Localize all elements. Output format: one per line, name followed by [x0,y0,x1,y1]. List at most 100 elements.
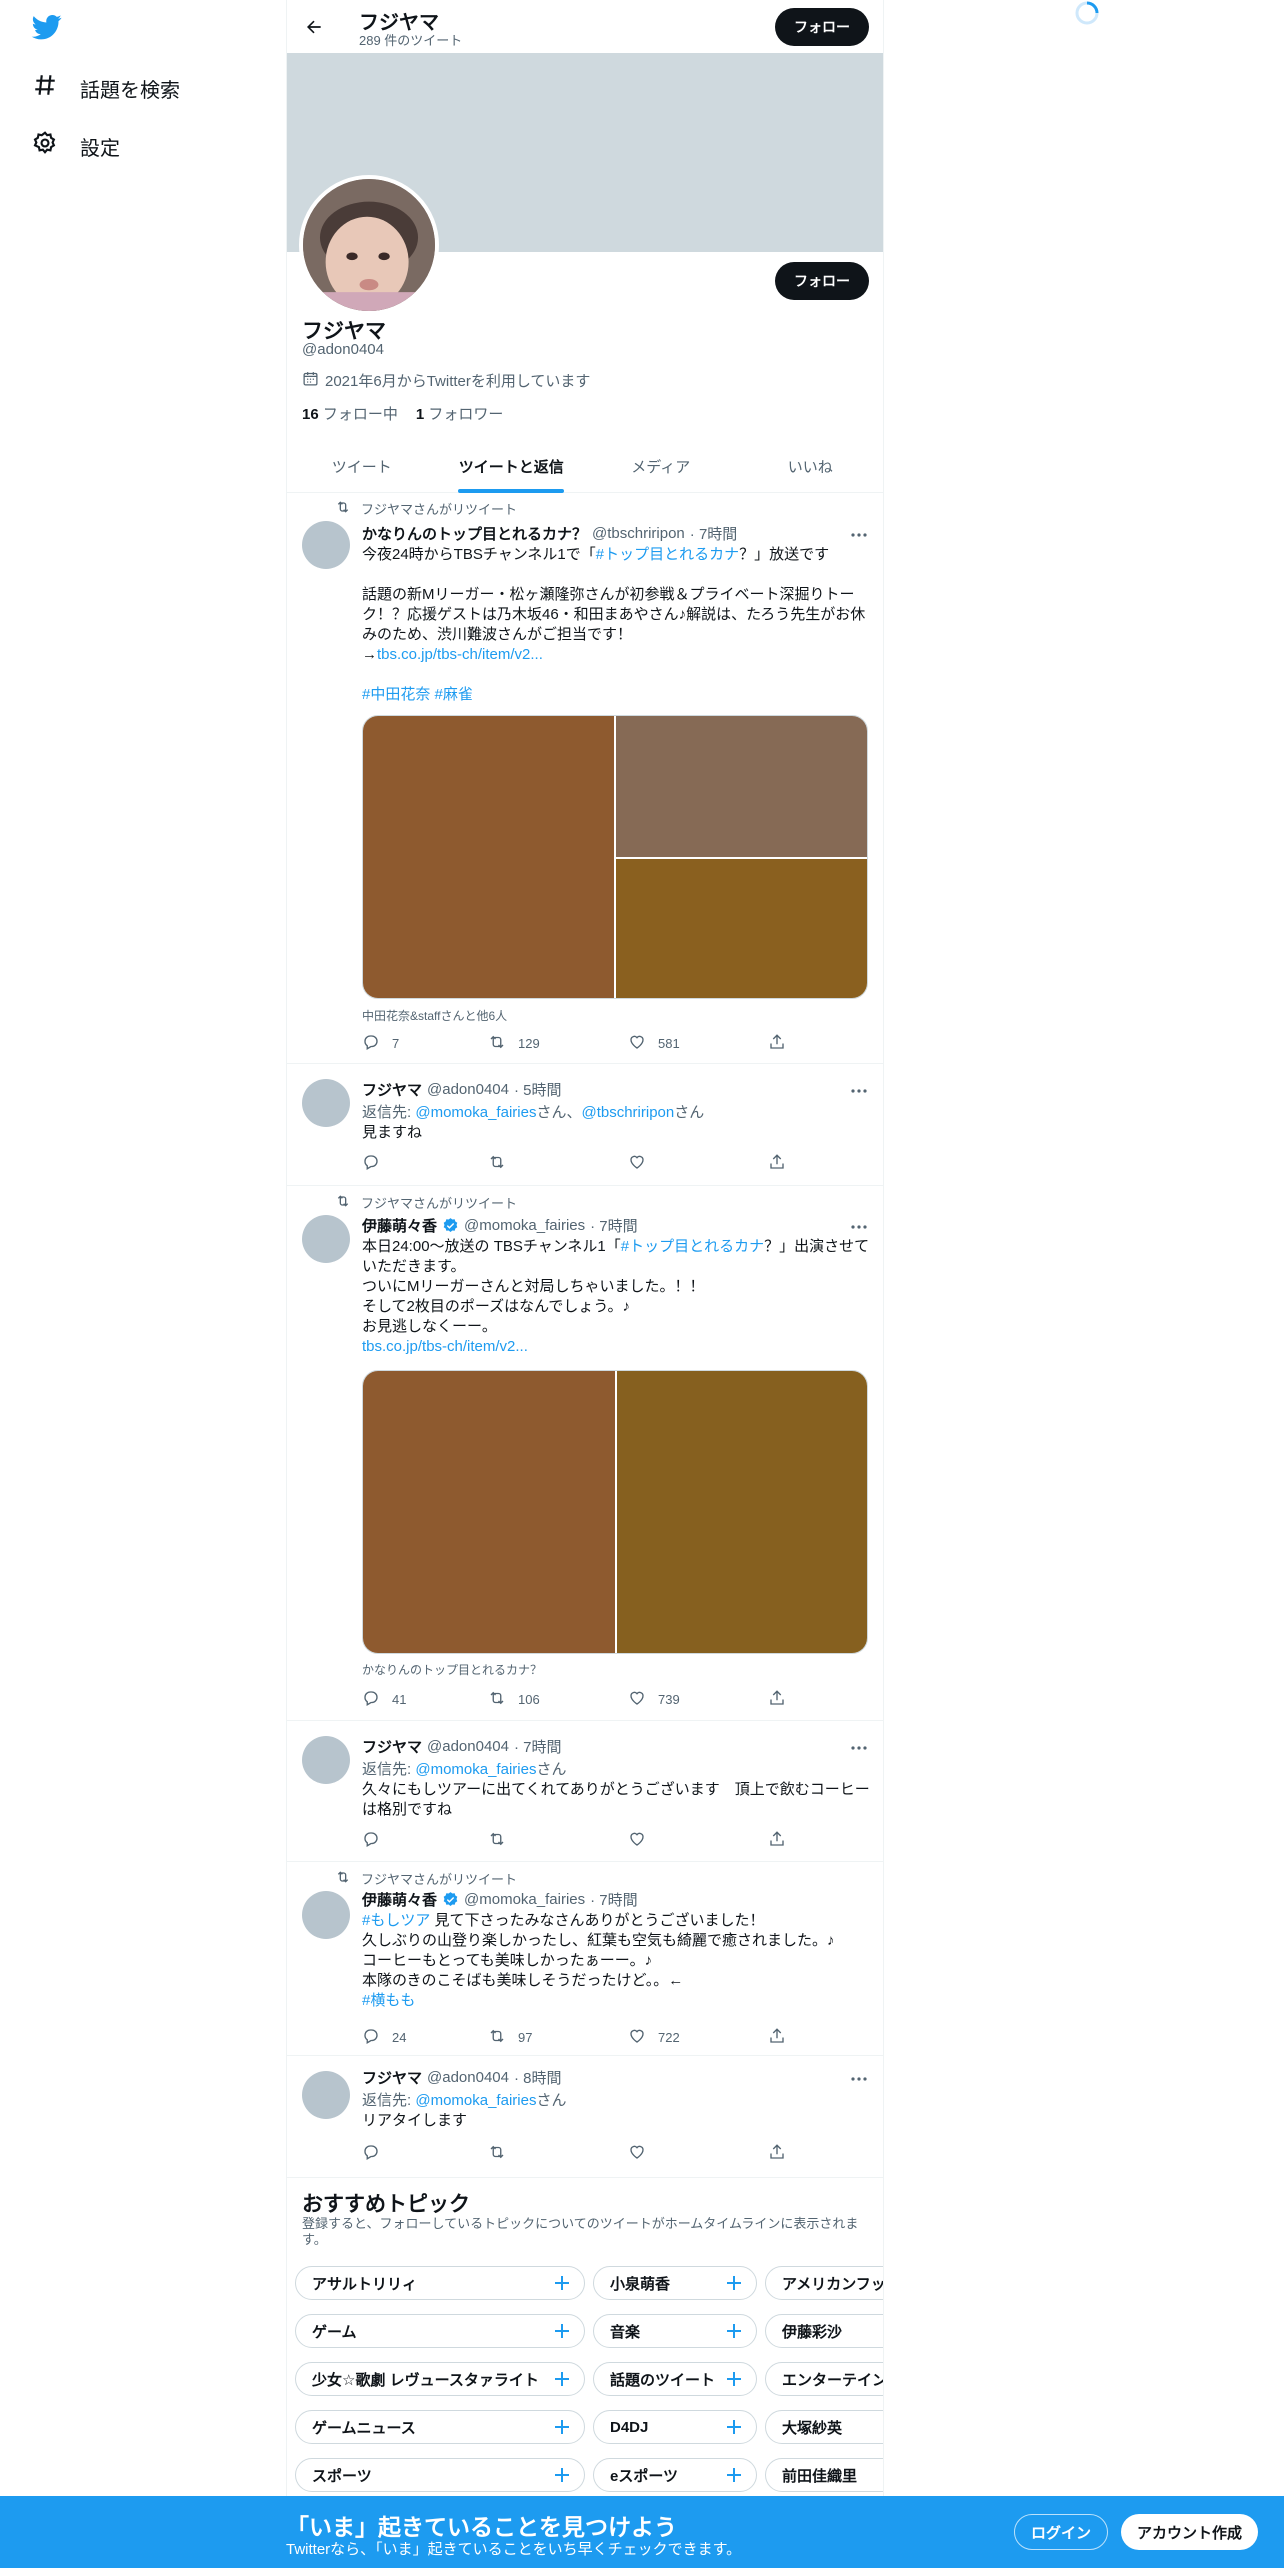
avatar[interactable] [302,1215,350,1263]
tab-tweets-and-replies[interactable]: ツイートと返信 [437,440,587,492]
topic-chip[interactable]: 大塚紗英 [765,2410,883,2444]
url-link[interactable]: tbs.co.jp/tbs-ch/item/v2... [362,1338,528,1355]
mention-link[interactable]: @momoka_fairies [415,1104,536,1121]
more-options-icon[interactable] [849,1081,869,1101]
media-tag[interactable]: かなりんのトップ目とれるカナ？ [362,1661,542,1678]
like-button[interactable] [628,2143,646,2164]
media-image-2[interactable] [617,1371,867,1653]
reply-button[interactable]: 41 [362,1689,406,1710]
avatar[interactable] [302,521,350,569]
retweet-button[interactable]: 129 [488,1033,540,1054]
signup-button[interactable]: アカウント作成 [1121,2514,1258,2550]
topic-chip[interactable]: 少女☆歌劇 レヴュースタァライト [295,2362,585,2396]
profile-follow-button[interactable]: フォロー [775,262,869,300]
topic-chip[interactable]: 小泉萌香 [593,2266,757,2300]
reply-button[interactable] [362,1153,380,1174]
author-name[interactable]: フジヤマ [362,1079,422,1100]
media-image-1[interactable] [363,716,614,998]
reply-button[interactable]: 7 [362,1033,399,1054]
header-follow-button[interactable]: フォロー [775,8,869,46]
tab-tweets[interactable]: ツイート [287,440,437,492]
avatar[interactable] [302,1891,350,1939]
mention-link[interactable]: @momoka_fairies [415,1761,536,1778]
tweet[interactable]: フジヤマさんがリツイート かなりんのトップ目とれるカナ？ @tbschririp… [287,493,883,1064]
sidebar-item-explore[interactable]: 話題を検索 [32,72,180,104]
tweet-time[interactable]: · 5時間 [514,1079,562,1100]
share-button[interactable] [768,2143,786,2164]
share-button[interactable] [768,1033,786,1054]
share-button[interactable] [768,1689,786,1710]
mention-link[interactable]: @momoka_fairies [415,2092,536,2109]
topic-chip[interactable]: ゲーム [295,2314,585,2348]
avatar[interactable] [302,1079,350,1127]
avatar[interactable] [302,1736,350,1784]
tweet-time[interactable]: · 7時間 [590,1889,638,1910]
hashtag-link[interactable]: #トップ目とれるカナ [621,1238,764,1255]
share-button[interactable] [768,2027,786,2048]
tweet[interactable]: フジヤマさんがリツイート 伊藤萌々香 @momoka_fairies · 7時間… [287,1187,883,1721]
tweet-time[interactable]: · 7時間 [690,523,738,544]
retweet-button[interactable]: 97 [488,2027,532,2048]
author-handle[interactable]: @momoka_fairies [464,1891,585,1908]
tweet[interactable]: フジヤマ @adon0404 · 5時間 返信先: @momoka_fairie… [287,1065,883,1186]
topic-chip[interactable]: eスポーツ [593,2458,757,2492]
topic-chip[interactable]: スポーツ [295,2458,585,2492]
mention-link[interactable]: @tbschriripon [581,1104,674,1121]
media-tag[interactable]: 中田花奈&staffさんと他6人 [362,1007,507,1024]
author-name[interactable]: フジヤマ [362,2067,422,2088]
topic-chip[interactable]: 音楽 [593,2314,757,2348]
url-link[interactable]: tbs.co.jp/tbs-ch/item/v2... [377,646,543,663]
author-name[interactable]: 伊藤萌々香 [362,1215,437,1236]
share-button[interactable] [768,1153,786,1174]
plus-icon[interactable] [552,2417,572,2437]
tweet-time[interactable]: · 8時間 [514,2067,562,2088]
media-image-1[interactable] [363,1371,615,1653]
like-button[interactable]: 722 [628,2027,680,2048]
plus-icon[interactable] [724,2417,744,2437]
tweet[interactable]: フジヤマ @adon0404 · 7時間 返信先: @momoka_fairie… [287,1722,883,1862]
author-name[interactable]: かなりんのトップ目とれるカナ？ [362,523,587,544]
topic-chip[interactable]: D4DJ [593,2410,757,2444]
more-options-icon[interactable] [849,2069,869,2089]
tweet-time[interactable]: · 7時間 [514,1736,562,1757]
hashtag-link[interactable]: #横もも [362,1992,415,2009]
tweet[interactable]: フジヤマ @adon0404 · 8時間 返信先: @momoka_fairie… [287,2057,883,2178]
like-button[interactable] [628,1830,646,1851]
more-options-icon[interactable] [849,1217,869,1237]
media-image-3[interactable] [616,859,867,998]
plus-icon[interactable] [724,2465,744,2485]
author-name[interactable]: 伊藤萌々香 [362,1889,437,1910]
hashtag-link[interactable]: #トップ目とれるカナ [596,546,739,563]
hashtag-links[interactable]: #中田花奈 #麻雀 [362,686,473,703]
author-handle[interactable]: @adon0404 [427,2069,509,2086]
author-handle[interactable]: @adon0404 [427,1738,509,1755]
sidebar-item-settings[interactable]: 設定 [32,130,120,162]
more-options-icon[interactable] [849,525,869,545]
twitter-bird-icon[interactable] [30,12,66,44]
author-name[interactable]: フジヤマ [362,1736,422,1757]
like-button[interactable] [628,1153,646,1174]
following-link[interactable]: 16 フォロー中 [302,403,398,424]
retweet-button[interactable] [488,1830,506,1851]
like-button[interactable]: 739 [628,1689,680,1710]
retweet-button[interactable]: 106 [488,1689,540,1710]
tweet[interactable]: フジヤマさんがリツイート 伊藤萌々香 @momoka_fairies · 7時間… [287,1863,883,2056]
topic-chip[interactable]: エンターテインメント [765,2362,883,2396]
reply-button[interactable] [362,1830,380,1851]
topic-chip[interactable]: アサルトリリィ [295,2266,585,2300]
tab-media[interactable]: メディア [586,440,736,492]
author-handle[interactable]: @tbschriripon [592,525,685,542]
topic-chip[interactable]: 話題のツイート [593,2362,757,2396]
plus-icon[interactable] [552,2369,572,2389]
retweet-button[interactable] [488,1153,506,1174]
plus-icon[interactable] [724,2369,744,2389]
tweet-time[interactable]: · 7時間 [590,1215,638,1236]
login-button[interactable]: ログイン [1014,2514,1108,2550]
plus-icon[interactable] [724,2321,744,2341]
back-arrow-icon[interactable] [299,12,329,42]
author-handle[interactable]: @adon0404 [427,1081,509,1098]
plus-icon[interactable] [724,2273,744,2293]
media-image-2[interactable] [616,716,867,857]
topic-chip[interactable]: アメリカンフットボール [765,2266,883,2300]
tab-likes[interactable]: いいね [736,440,884,492]
